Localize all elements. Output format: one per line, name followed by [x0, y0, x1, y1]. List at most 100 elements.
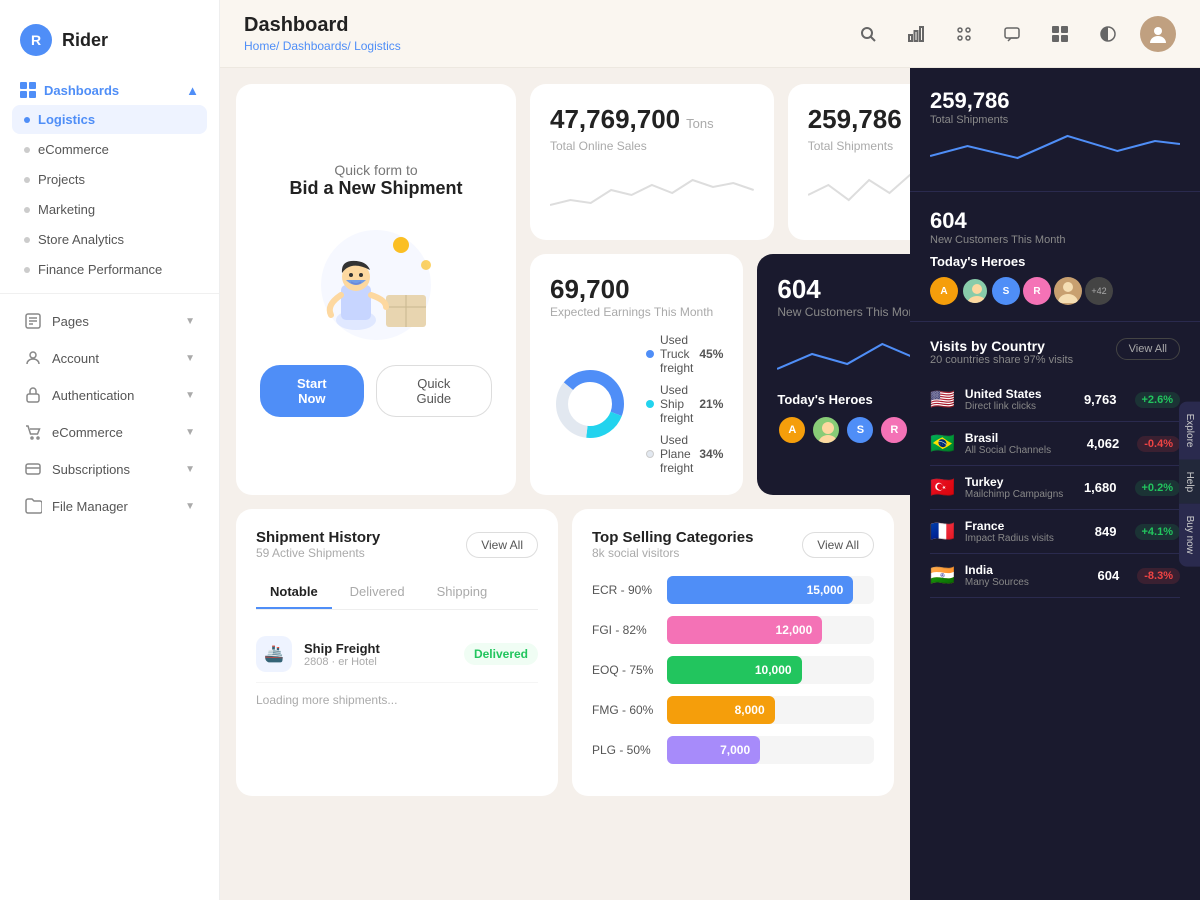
flag-tr: 🇹🇷	[930, 475, 955, 500]
tab-buy-now[interactable]: Buy now	[1179, 504, 1200, 566]
customers-chart	[777, 329, 910, 379]
change-fr: +4.1%	[1135, 524, 1181, 540]
right-stat-shipments: 259,786 Total Shipments	[930, 88, 1180, 171]
sidebar-item-store-analytics[interactable]: Store Analytics	[12, 225, 207, 254]
customers-value: 604	[777, 274, 910, 305]
shipment-item: 🚢 Ship Freight 2808 · er Hotel Delivered	[256, 626, 538, 683]
dot-icon	[24, 207, 30, 213]
bar-val-plg: 7,000	[720, 743, 750, 757]
sales-label: Total Online Sales	[550, 139, 754, 153]
bar-row-plg: PLG - 50% 7,000	[592, 736, 874, 764]
country-info-tr: Turkey Mailchimp Campaigns	[965, 475, 1074, 500]
bar-fill-ecr: 15,000	[667, 576, 853, 604]
chart-icon[interactable]	[900, 18, 932, 50]
sidebar-item-ecommerce[interactable]: eCommerce	[12, 135, 207, 164]
sidebar-item-pages[interactable]: Pages ▼	[12, 303, 207, 339]
total-shipments-card: 259,786 Total Shipments	[788, 84, 910, 240]
categories-view-all[interactable]: View All	[802, 532, 874, 558]
sidebar-item-marketing[interactable]: Marketing	[12, 195, 207, 224]
start-now-button[interactable]: Start Now	[260, 365, 364, 417]
breadcrumb-current: Logistics	[354, 39, 401, 53]
right-stats: 259,786 Total Shipments	[930, 88, 1180, 171]
right-avatar-5	[1054, 277, 1082, 305]
bar-track-fgi: 12,000	[667, 616, 874, 644]
bar-track-fmg: 8,000	[667, 696, 874, 724]
avatar[interactable]	[1140, 16, 1176, 52]
right-shipments-chart	[930, 126, 1180, 166]
sidebar-item-projects[interactable]: Projects	[12, 165, 207, 194]
shipment-history-title-group: Shipment History 59 Active Shipments	[256, 529, 380, 560]
dot-icon	[24, 117, 30, 123]
tab-delivered[interactable]: Delivered	[336, 576, 419, 609]
shipment-history-header: Shipment History 59 Active Shipments Vie…	[256, 529, 538, 560]
right-panel: 259,786 Total Shipments 604 New Customer…	[910, 68, 1200, 900]
visits-subtitle: 20 countries share 97% visits	[930, 354, 1073, 366]
right-avatar-2	[961, 277, 989, 305]
bar-fill-eoq: 10,000	[667, 656, 802, 684]
right-shipments-label: Total Shipments	[930, 114, 1180, 126]
main-area: Dashboard Home/ Dashboards/ Logistics	[220, 0, 1200, 900]
sidebar-item-logistics[interactable]: Logistics	[12, 105, 207, 134]
ship-name: Ship Freight	[304, 641, 452, 656]
tab-help[interactable]: Help	[1179, 459, 1200, 504]
hero-subtitle: Quick form to	[334, 162, 417, 178]
visits-view-all[interactable]: View All	[1116, 338, 1180, 360]
donut-chart	[550, 364, 630, 444]
dashboards-icon-label: Dashboards	[20, 82, 119, 98]
sidebar-item-account[interactable]: Account ▼	[12, 340, 207, 376]
auth-label: Authentication	[52, 388, 134, 403]
bar-val-ecr: 15,000	[807, 583, 844, 597]
filemanager-label: File Manager	[52, 499, 128, 514]
visits-title-group: Visits by Country 20 countries share 97%…	[930, 338, 1073, 366]
page-title: Dashboard	[244, 14, 401, 37]
total-sales-card: 47,769,700 Tons Total Online Sales	[530, 84, 774, 240]
visits-title: Visits by Country	[930, 338, 1073, 354]
theme-toggle[interactable]	[1092, 18, 1124, 50]
right-avatars: A S R +42	[930, 277, 1180, 305]
sidebar-item-finance[interactable]: Finance Performance	[12, 255, 207, 284]
bar-row-fgi: FGI - 82% 12,000	[592, 616, 874, 644]
country-info-br: Brasil All Social Channels	[965, 431, 1077, 456]
apps-icon[interactable]	[1044, 18, 1076, 50]
sales-value: 47,769,700	[550, 104, 680, 135]
change-in: -8.3%	[1137, 568, 1180, 584]
shipment-view-all[interactable]: View All	[466, 532, 538, 558]
avatar-2	[811, 415, 841, 445]
flag-us: 🇺🇸	[930, 387, 955, 412]
account-chevron: ▼	[185, 353, 195, 364]
bar-row-eoq: EOQ - 75% 10,000	[592, 656, 874, 684]
tab-notable[interactable]: Notable	[256, 576, 332, 609]
sidebar-item-auth[interactable]: Authentication ▼	[12, 377, 207, 413]
country-info-us: United States Direct link clicks	[965, 387, 1074, 412]
sidebar-item-subscriptions[interactable]: Subscriptions ▼	[12, 451, 207, 487]
avatars-row: A S R P +42	[777, 415, 910, 445]
hero-title: Bid a New Shipment	[289, 178, 462, 199]
dot-icon	[24, 147, 30, 153]
legend-ship: Used Ship freight 21%	[646, 383, 723, 425]
ship-icon: 🚢	[256, 636, 292, 672]
hero-illustration	[296, 225, 456, 345]
shipment-tabs: Notable Delivered Shipping	[256, 576, 538, 610]
right-shipments-value: 259,786	[930, 88, 1180, 114]
shipment-history-title: Shipment History	[256, 529, 380, 546]
dashboards-header[interactable]: Dashboards ▲	[12, 76, 207, 104]
subscriptions-label: Subscriptions	[52, 462, 130, 477]
breadcrumb-home: Home/	[244, 39, 279, 53]
earnings-label: Expected Earnings This Month	[550, 305, 723, 319]
avatar-s: S	[845, 415, 875, 445]
tab-explore[interactable]: Explore	[1179, 402, 1200, 460]
sidebar-item-ecommerce2[interactable]: eCommerce ▼	[12, 414, 207, 450]
quick-guide-button[interactable]: Quick Guide	[376, 365, 492, 417]
bar-track-ecr: 15,000	[667, 576, 874, 604]
customers-label: New Customers This Month	[777, 305, 910, 319]
messages-icon[interactable]	[996, 18, 1028, 50]
bar-fill-fgi: 12,000	[667, 616, 822, 644]
avatar-r: R	[879, 415, 909, 445]
bar-fill-fmg: 8,000	[667, 696, 775, 724]
sidebar-item-filemanager[interactable]: File Manager ▼	[12, 488, 207, 524]
tab-shipping[interactable]: Shipping	[423, 576, 502, 609]
search-icon[interactable]	[852, 18, 884, 50]
grid-icon[interactable]	[948, 18, 980, 50]
bar-label-fgi: FGI - 82%	[592, 623, 657, 637]
header-left: Dashboard Home/ Dashboards/ Logistics	[244, 14, 401, 53]
